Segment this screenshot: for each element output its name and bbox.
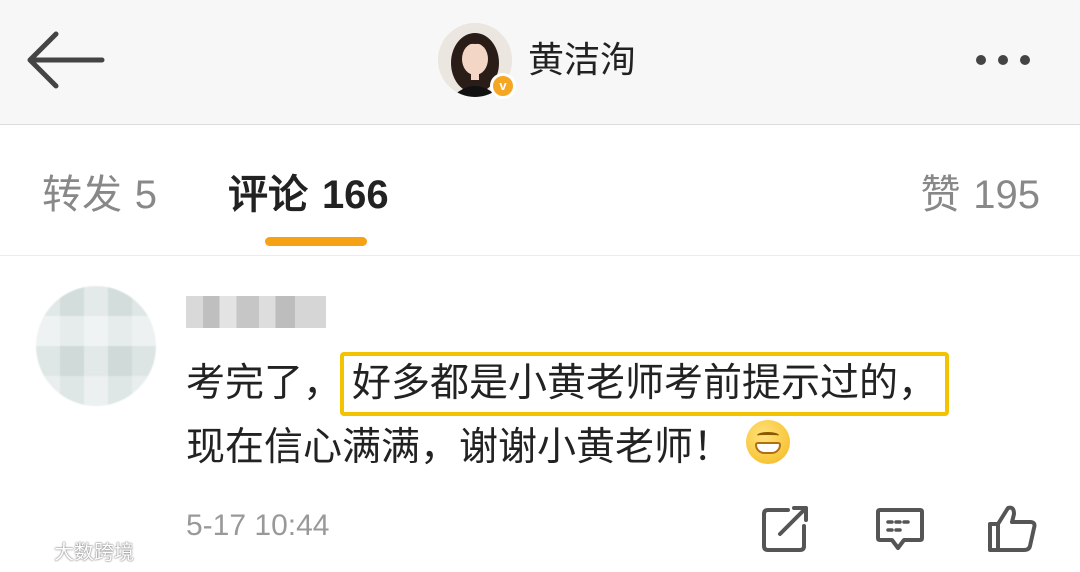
profile-avatar[interactable]: v bbox=[438, 23, 516, 99]
highlighted-text: 好多都是小黄老师考前提示过的， bbox=[340, 352, 950, 416]
active-tab-indicator bbox=[265, 237, 367, 246]
back-button[interactable] bbox=[22, 24, 108, 96]
highlighted-text-content: 好多都是小黄老师考前提示过的 bbox=[352, 361, 899, 406]
comment-text: 考完了， 好多都是小黄老师考前提示过的， 现在信心满满，谢谢小黄老师！ bbox=[186, 352, 1046, 480]
like-comment-button[interactable] bbox=[984, 500, 1040, 556]
commenter-username[interactable] bbox=[186, 296, 326, 328]
comment-text-prefix: 考完了， bbox=[186, 361, 343, 406]
grinning-face-icon bbox=[746, 420, 791, 464]
share-icon bbox=[762, 506, 808, 552]
tab-reposts-label: 转发 bbox=[42, 172, 122, 218]
tab-comments[interactable]: 评论 166 bbox=[228, 169, 389, 221]
tab-reposts[interactable]: 转发 5 bbox=[42, 169, 157, 221]
tab-likes-count: 195 bbox=[973, 173, 1040, 217]
watermark: 大数跨境 bbox=[10, 537, 134, 567]
commenter-avatar[interactable] bbox=[36, 286, 156, 406]
watermark-text: 大数跨境 bbox=[54, 540, 134, 564]
tab-comments-count: 166 bbox=[321, 173, 389, 217]
watermark-logo-icon bbox=[10, 543, 50, 561]
top-navigation-bar: v 黄洁洵 bbox=[0, 0, 1080, 125]
verified-badge: v bbox=[490, 73, 516, 99]
more-options-button[interactable] bbox=[970, 40, 1060, 80]
comment-text-line2: 现在信心满满，谢谢小黄老师！ bbox=[186, 425, 733, 470]
highlighted-text-suffix: ， bbox=[898, 361, 938, 406]
tab-likes[interactable]: 赞 195 bbox=[921, 169, 1040, 221]
tab-reposts-count: 5 bbox=[134, 173, 157, 217]
arrow-left-icon bbox=[27, 31, 105, 89]
reply-comment-button[interactable] bbox=[872, 500, 928, 556]
repost-comment-button[interactable] bbox=[758, 500, 814, 556]
comment-item: 考完了， 好多都是小黄老师考前提示过的， 现在信心满满，谢谢小黄老师！ 5-17 … bbox=[0, 256, 1080, 572]
interaction-tabs: 转发 5 评论 166 赞 195 bbox=[0, 125, 1080, 256]
comment-icon bbox=[876, 508, 924, 550]
page-title[interactable]: 黄洁洵 bbox=[528, 38, 636, 84]
comment-line-1: 考完了， 好多都是小黄老师考前提示过的， bbox=[186, 352, 1046, 416]
more-dots-icon bbox=[976, 55, 986, 65]
thumbs-up-icon bbox=[988, 505, 1037, 552]
comment-timestamp: 5-17 10:44 bbox=[186, 509, 330, 542]
comment-line-2: 现在信心满满，谢谢小黄老师！ bbox=[186, 416, 1046, 480]
tab-likes-label: 赞 bbox=[920, 172, 961, 218]
tab-comments-label: 评论 bbox=[228, 172, 308, 218]
